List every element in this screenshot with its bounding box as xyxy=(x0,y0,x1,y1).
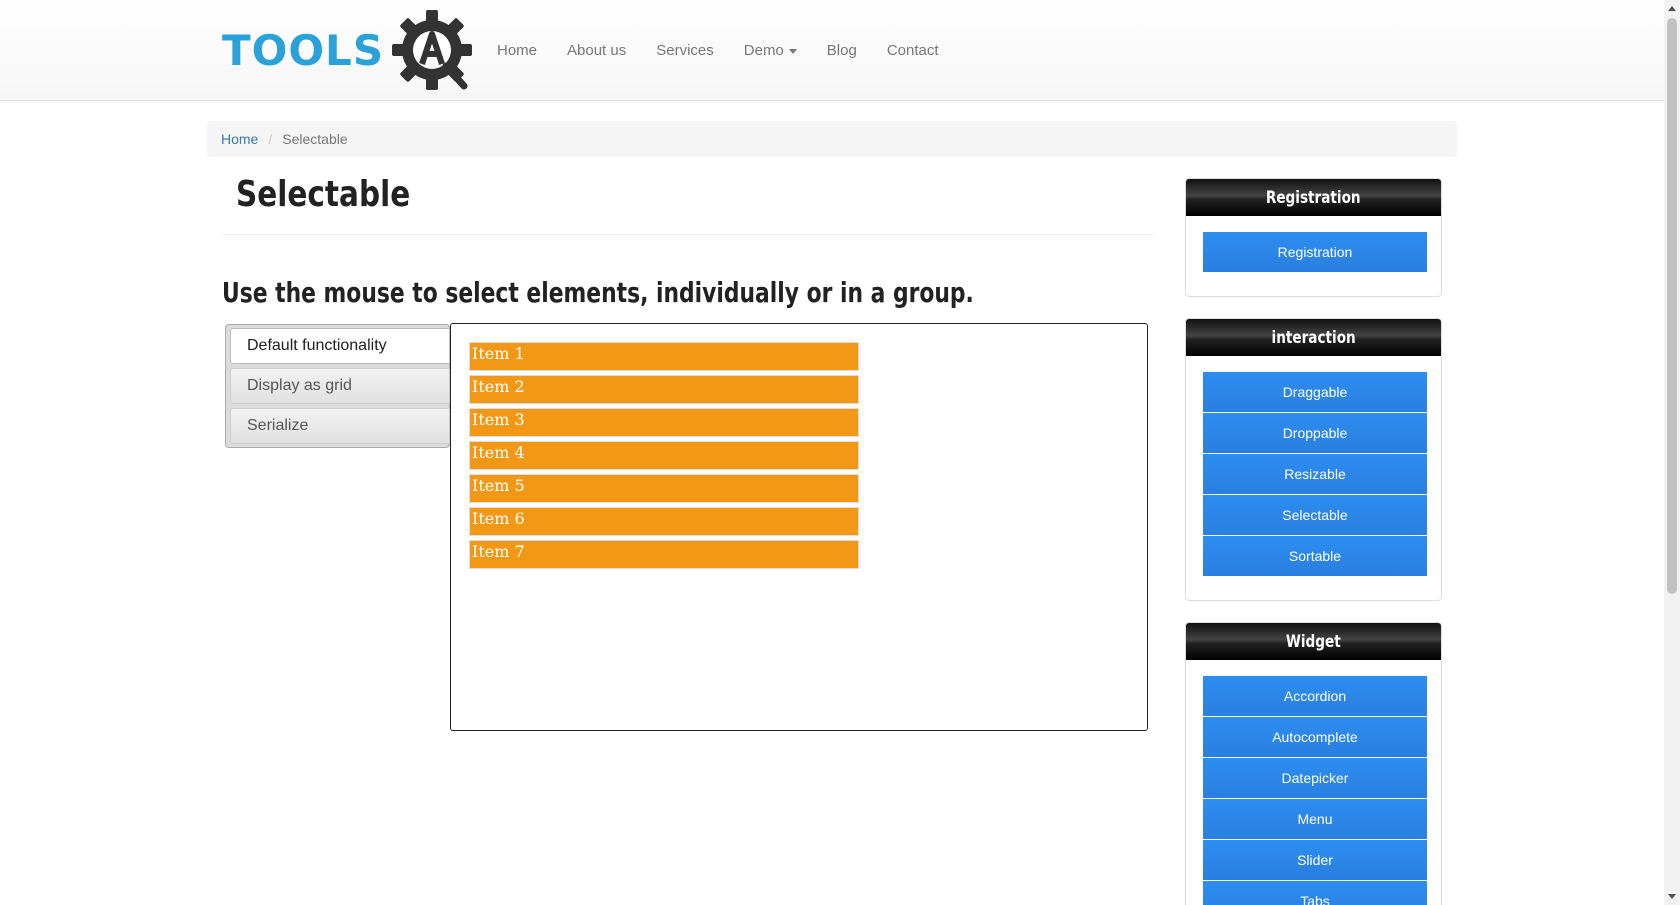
demo-description: Use the mouse to select elements, indivi… xyxy=(222,276,974,309)
selectable-item[interactable]: Item 1 xyxy=(469,342,859,371)
sidebar-menu-button[interactable]: Menu xyxy=(1203,799,1427,839)
demo-tabs: Default functionality Display as grid Se… xyxy=(225,324,450,448)
selectable-item[interactable]: Item 3 xyxy=(469,408,859,437)
sidebar-draggable-button[interactable]: Draggable xyxy=(1203,372,1427,412)
sidebar-registration-box: Registration Registration xyxy=(1185,178,1442,297)
selectable-item[interactable]: Item 7 xyxy=(469,540,859,569)
nav-blog[interactable]: Blog xyxy=(812,42,872,59)
sidebar-interaction-heading: interaction xyxy=(1186,319,1441,356)
selectable-item[interactable]: Item 5 xyxy=(469,474,859,503)
sidebar-registration-heading: Registration xyxy=(1186,179,1441,216)
logo-text: TOOLS xyxy=(222,25,385,75)
sidebar-widget-heading: Widget xyxy=(1186,623,1441,660)
nav-about-us[interactable]: About us xyxy=(552,42,641,59)
nav-demo-label: Demo xyxy=(743,42,784,59)
scroll-thumb[interactable] xyxy=(1667,18,1677,594)
sidebar-autocomplete-button[interactable]: Autocomplete xyxy=(1203,717,1427,757)
main-nav: Home About us Services Demo Blog Contact xyxy=(482,0,954,101)
gear-logo-icon xyxy=(392,10,473,90)
nav-demo-dropdown[interactable]: Demo xyxy=(729,42,812,59)
sidebar-registration-button[interactable]: Registration xyxy=(1203,232,1427,272)
sidebar-heading-text: Registration xyxy=(1266,187,1361,208)
nav-services[interactable]: Services xyxy=(641,42,729,59)
nav-contact[interactable]: Contact xyxy=(872,42,954,59)
tab-serialize[interactable]: Serialize xyxy=(230,408,450,444)
scroll-down-arrow-icon[interactable] xyxy=(1668,894,1676,899)
tab-default-functionality[interactable]: Default functionality xyxy=(230,328,450,364)
selectable-item[interactable]: Item 4 xyxy=(469,441,859,470)
breadcrumb: Home / Selectable xyxy=(207,121,1457,157)
sidebar-datepicker-button[interactable]: Datepicker xyxy=(1203,758,1427,798)
selectable-item[interactable]: Item 6 xyxy=(469,507,859,536)
toolsqa-logo[interactable]: TOOLS xyxy=(222,6,478,94)
sidebar-tabs-button[interactable]: Tabs xyxy=(1203,881,1427,905)
page-scrollbar[interactable] xyxy=(1664,0,1680,905)
tab-display-as-grid[interactable]: Display as grid xyxy=(230,368,450,404)
sidebar-sortable-button[interactable]: Sortable xyxy=(1203,536,1427,576)
sidebar-heading-text: interaction xyxy=(1271,327,1356,348)
breadcrumb-home-link[interactable]: Home xyxy=(221,131,258,147)
scroll-up-arrow-icon[interactable] xyxy=(1668,6,1676,11)
sidebar-resizable-button[interactable]: Resizable xyxy=(1203,454,1427,494)
breadcrumb-current: Selectable xyxy=(282,131,348,147)
page-title: Selectable xyxy=(236,174,411,215)
sidebar-widget-box: Widget Accordion Autocomplete Datepicker… xyxy=(1185,622,1442,905)
selectable-demo-panel: Item 1 Item 2 Item 3 Item 4 Item 5 Item … xyxy=(450,323,1148,731)
breadcrumb-separator: / xyxy=(268,131,273,147)
sidebar-droppable-button[interactable]: Droppable xyxy=(1203,413,1427,453)
sidebar-slider-button[interactable]: Slider xyxy=(1203,840,1427,880)
title-divider xyxy=(222,234,1154,235)
sidebar-heading-text: Widget xyxy=(1286,631,1341,652)
sidebar-selectable-button[interactable]: Selectable xyxy=(1203,495,1427,535)
sidebar-accordion-button[interactable]: Accordion xyxy=(1203,676,1427,716)
selectable-list: Item 1 Item 2 Item 3 Item 4 Item 5 Item … xyxy=(469,342,861,573)
selectable-item[interactable]: Item 2 xyxy=(469,375,859,404)
sidebar-interaction-box: interaction Draggable Droppable Resizabl… xyxy=(1185,318,1442,601)
caret-down-icon xyxy=(788,48,797,54)
top-navbar: TOOLS Home About us Services Demo Blog C… xyxy=(0,0,1664,101)
nav-home[interactable]: Home xyxy=(482,42,552,59)
